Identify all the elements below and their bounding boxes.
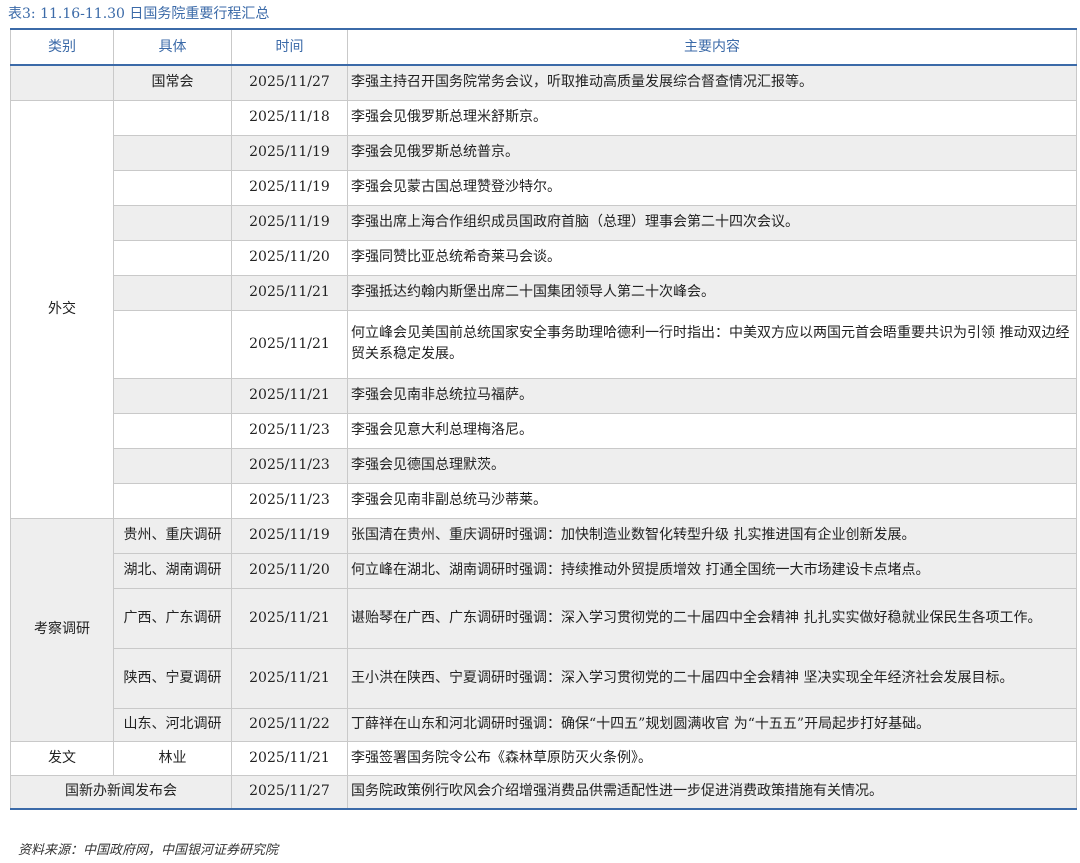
date-cell: 2025/11/21 bbox=[231, 647, 348, 709]
category-cell: 外交 bbox=[10, 99, 114, 519]
date-cell: 2025/11/23 bbox=[231, 447, 348, 484]
category-cell: 考察调研 bbox=[10, 517, 114, 742]
detail-cell bbox=[113, 204, 232, 241]
detail-cell bbox=[113, 169, 232, 206]
detail-cell bbox=[113, 447, 232, 484]
detail-cell: 湖北、湖南调研 bbox=[113, 552, 232, 589]
detail-cell: 广西、广东调研 bbox=[113, 587, 232, 649]
table-row: 2025/11/20 李强同赞比亚总统希奇莱马会谈。 bbox=[11, 239, 1077, 276]
content-cell: 李强出席上海合作组织成员国政府首脑（总理）理事会第二十四次会议。 bbox=[347, 204, 1077, 241]
date-cell: 2025/11/23 bbox=[231, 412, 348, 449]
detail-cell bbox=[113, 274, 232, 311]
detail-cell bbox=[113, 309, 232, 379]
content-cell: 丁薛祥在山东和河北调研时强调：确保“十四五”规划圆满收官 为“十五五”开局起步打… bbox=[347, 707, 1077, 742]
content-cell: 李强抵达约翰内斯堡出席二十国集团领导人第二十次峰会。 bbox=[347, 274, 1077, 311]
table-row: 发文 林业 2025/11/21 李强签署国务院令公布《森林草原防灭火条例》。 bbox=[10, 740, 1077, 776]
detail-cell: 山东、河北调研 bbox=[113, 707, 232, 742]
table-row: 广西、广东调研 2025/11/21 谌贻琴在广西、广东调研时强调：深入学习贯彻… bbox=[11, 587, 1077, 649]
detail-cell bbox=[113, 412, 232, 449]
content-cell: 张国清在贵州、重庆调研时强调：加快制造业数智化转型升级 扎实推进国有企业创新发展… bbox=[347, 517, 1077, 554]
detail-cell bbox=[113, 482, 232, 519]
content-cell: 李强会见德国总理默茨。 bbox=[347, 447, 1077, 484]
date-cell: 2025/11/19 bbox=[231, 204, 348, 241]
table-row: 2025/11/19 李强会见蒙古国总理赞登沙特尔。 bbox=[11, 169, 1077, 206]
header-row: 类别 具体 时间 主要内容 bbox=[10, 28, 1077, 66]
header-detail: 具体 bbox=[113, 28, 232, 66]
date-cell: 2025/11/21 bbox=[231, 274, 348, 311]
content-cell: 谌贻琴在广西、广东调研时强调：深入学习贯彻党的二十届四中全会精神 扎扎实实做好稳… bbox=[347, 587, 1077, 649]
detail-cell: 国常会 bbox=[113, 64, 232, 101]
table-row: 2025/11/23 李强会见南非副总统马沙蒂莱。 bbox=[11, 482, 1077, 519]
date-cell: 2025/11/27 bbox=[231, 64, 348, 101]
table-row: 湖北、湖南调研 2025/11/20 何立峰在湖北、湖南调研时强调：持续推动外贸… bbox=[11, 552, 1077, 589]
detail-cell bbox=[113, 99, 232, 136]
content-cell: 李强会见南非副总统马沙蒂莱。 bbox=[347, 482, 1077, 519]
date-cell: 2025/11/22 bbox=[231, 707, 348, 742]
date-cell: 2025/11/19 bbox=[231, 517, 348, 554]
table-row: 2025/11/19 李强出席上海合作组织成员国政府首脑（总理）理事会第二十四次… bbox=[11, 204, 1077, 241]
date-cell: 2025/11/19 bbox=[231, 169, 348, 206]
content-cell: 李强会见意大利总理梅洛尼。 bbox=[347, 412, 1077, 449]
date-cell: 2025/11/20 bbox=[231, 552, 348, 589]
date-cell: 2025/11/20 bbox=[231, 239, 348, 276]
table-row: 2025/11/23 李强会见德国总理默茨。 bbox=[11, 447, 1077, 484]
date-cell: 2025/11/21 bbox=[231, 587, 348, 649]
table-row: 2025/11/21 李强抵达约翰内斯堡出席二十国集团领导人第二十次峰会。 bbox=[11, 274, 1077, 311]
content-cell: 何立峰会见美国前总统国家安全事务助理哈德利一行时指出：中美双方应以两国元首会晤重… bbox=[347, 309, 1077, 379]
schedule-table: 类别 具体 时间 主要内容 国常会 2025/11/27 李强主持召开国务院常务… bbox=[10, 28, 1077, 810]
content-cell: 李强会见蒙古国总理赞登沙特尔。 bbox=[347, 169, 1077, 206]
category-cell: 国新办新闻发布会 bbox=[10, 774, 232, 810]
detail-cell: 贵州、重庆调研 bbox=[113, 517, 232, 554]
content-cell: 李强签署国务院令公布《森林草原防灭火条例》。 bbox=[347, 740, 1077, 776]
table-row: 2025/11/21 李强会见南非总统拉马福萨。 bbox=[11, 377, 1077, 414]
date-cell: 2025/11/21 bbox=[231, 309, 348, 379]
content-cell: 李强主持召开国务院常务会议，听取推动高质量发展综合督查情况汇报等。 bbox=[347, 64, 1077, 101]
header-category: 类别 bbox=[10, 28, 114, 66]
content-cell: 李强会见俄罗斯总统普京。 bbox=[347, 134, 1077, 171]
table-row: 外交 2025/11/18 李强会见俄罗斯总理米舒斯京。 bbox=[10, 99, 1077, 519]
content-cell: 国务院政策例行吹风会介绍增强消费品供需适配性进一步促进消费政策措施有关情况。 bbox=[347, 774, 1077, 810]
content-cell: 李强会见南非总统拉马福萨。 bbox=[347, 377, 1077, 414]
table-row: 2025/11/21 何立峰会见美国前总统国家安全事务助理哈德利一行时指出：中美… bbox=[11, 309, 1077, 379]
date-cell: 2025/11/23 bbox=[231, 482, 348, 519]
content-cell: 何立峰在湖北、湖南调研时强调：持续推动外贸提质增效 打通全国统一大市场建设卡点堵… bbox=[347, 552, 1077, 589]
table-row: 考察调研 贵州、重庆调研 2025/11/19 张国清在贵州、重庆调研时强调：加… bbox=[10, 517, 1077, 742]
header-date: 时间 bbox=[231, 28, 348, 66]
table-row: 陕西、宁夏调研 2025/11/21 王小洪在陕西、宁夏调研时强调：深入学习贯彻… bbox=[11, 647, 1077, 709]
date-cell: 2025/11/19 bbox=[231, 134, 348, 171]
date-cell: 2025/11/21 bbox=[231, 740, 348, 776]
header-content: 主要内容 bbox=[347, 28, 1077, 66]
category-cell: 发文 bbox=[10, 740, 114, 776]
date-cell: 2025/11/18 bbox=[231, 99, 348, 136]
detail-cell bbox=[113, 134, 232, 171]
table-row: 2025/11/19 李强会见俄罗斯总统普京。 bbox=[11, 134, 1077, 171]
content-cell: 李强同赞比亚总统希奇莱马会谈。 bbox=[347, 239, 1077, 276]
table-row: 2025/11/23 李强会见意大利总理梅洛尼。 bbox=[11, 412, 1077, 449]
date-cell: 2025/11/27 bbox=[231, 774, 348, 810]
table-row: 山东、河北调研 2025/11/22 丁薛祥在山东和河北调研时强调：确保“十四五… bbox=[11, 707, 1077, 742]
detail-cell bbox=[113, 377, 232, 414]
detail-cell bbox=[113, 239, 232, 276]
detail-cell: 陕西、宁夏调研 bbox=[113, 647, 232, 709]
date-cell: 2025/11/21 bbox=[231, 377, 348, 414]
table-row: 国新办新闻发布会 2025/11/27 国务院政策例行吹风会介绍增强消费品供需适… bbox=[10, 774, 1077, 810]
source-note: 资料来源：中国政府网，中国银河证券研究院 bbox=[18, 843, 279, 858]
content-cell: 王小洪在陕西、宁夏调研时强调：深入学习贯彻党的二十届四中全会精神 坚决实现全年经… bbox=[347, 647, 1077, 709]
table-row: 国常会 2025/11/27 李强主持召开国务院常务会议，听取推动高质量发展综合… bbox=[10, 64, 1077, 101]
detail-cell: 林业 bbox=[113, 740, 232, 776]
category-cell bbox=[10, 64, 114, 101]
content-cell: 李强会见俄罗斯总理米舒斯京。 bbox=[347, 99, 1077, 136]
table-caption: 表3: 11.16-11.30 日国务院重要行程汇总 bbox=[8, 6, 270, 22]
